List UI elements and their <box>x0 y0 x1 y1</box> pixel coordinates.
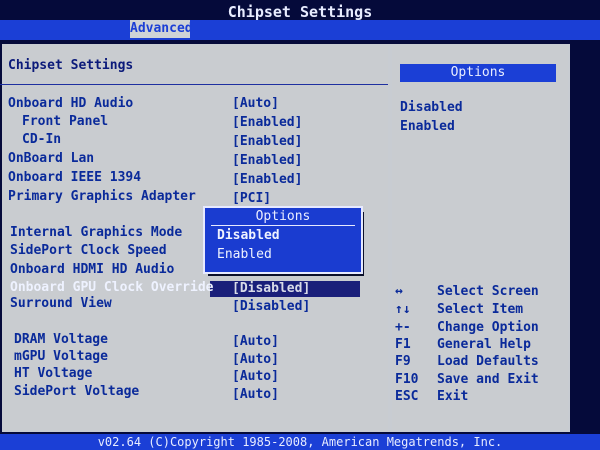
popup-title: Options <box>255 209 311 224</box>
value-primary-graphics-adapter[interactable]: [PCI] <box>232 191 271 206</box>
option-disabled: Disabled <box>400 100 463 115</box>
section-divider <box>0 84 388 85</box>
value-onboard-gpu-clock-override[interactable]: [Disabled] <box>232 281 310 296</box>
setting-primary-graphics-adapter[interactable]: Primary Graphics Adapter <box>8 189 196 204</box>
setting-ht-voltage[interactable]: HT Voltage <box>14 366 92 381</box>
plus-minus-icon: +- <box>395 320 411 335</box>
value-front-panel[interactable]: [Enabled] <box>232 115 302 130</box>
help-select-item: ↑↓ Select Item <box>395 302 524 317</box>
setting-sideport-voltage[interactable]: SidePort Voltage <box>14 384 139 399</box>
options-header: Options <box>400 64 556 82</box>
value-onboard-ieee-1394[interactable]: [Enabled] <box>232 172 302 187</box>
tab-bar: Advanced <box>0 20 600 40</box>
popup-divider <box>211 225 355 226</box>
help-select-screen: ↔ Select Screen <box>395 284 539 299</box>
setting-onboard-gpu-clock-override[interactable]: Onboard GPU Clock Override <box>10 280 214 295</box>
popup-option-enabled[interactable]: Enabled <box>217 247 272 262</box>
setting-onboard-lan[interactable]: OnBoard Lan <box>8 151 94 166</box>
left-right-arrow-icon: ↔ <box>395 284 403 299</box>
up-down-arrow-icon: ↑↓ <box>395 302 411 317</box>
value-onboard-lan[interactable]: [Enabled] <box>232 153 302 168</box>
setting-front-panel[interactable]: Front Panel <box>22 114 108 129</box>
value-cd-in[interactable]: [Enabled] <box>232 134 302 149</box>
value-mgpu-voltage[interactable]: [Auto] <box>232 352 279 367</box>
help-general-help: F1 General Help <box>395 337 531 352</box>
option-enabled: Enabled <box>400 119 455 134</box>
value-sideport-voltage[interactable]: [Auto] <box>232 387 279 402</box>
value-dram-voltage[interactable]: [Auto] <box>232 334 279 349</box>
tab-advanced[interactable]: Advanced <box>130 20 193 38</box>
setting-internal-graphics-mode[interactable]: Internal Graphics Mode <box>10 225 182 240</box>
help-load-defaults: F9 Load Defaults <box>395 354 539 369</box>
setting-sideport-clock-speed[interactable]: SidePort Clock Speed <box>10 243 167 258</box>
help-change-option: +- Change Option <box>395 320 539 335</box>
value-onboard-hd-audio[interactable]: [Auto] <box>232 96 279 111</box>
help-exit: ESC Exit <box>395 389 469 404</box>
setting-onboard-hd-audio[interactable]: Onboard HD Audio <box>8 96 133 111</box>
setting-onboard-ieee-1394[interactable]: Onboard IEEE 1394 <box>8 170 141 185</box>
setting-cd-in[interactable]: CD-In <box>22 132 61 147</box>
value-surround-view[interactable]: [Disabled] <box>232 299 310 314</box>
section-title: Chipset Settings <box>8 58 134 73</box>
window-title: Chipset Settings <box>227 3 373 21</box>
popup-option-disabled[interactable]: Disabled <box>217 228 280 243</box>
setting-mgpu-voltage[interactable]: mGPU Voltage <box>14 349 108 364</box>
footer-copyright: v02.64 (C)Copyright 1985-2008, American … <box>0 434 600 450</box>
help-save-and-exit: F10 Save and Exit <box>395 372 539 387</box>
setting-dram-voltage[interactable]: DRAM Voltage <box>14 332 108 347</box>
setting-onboard-hdmi-hd-audio[interactable]: Onboard HDMI HD Audio <box>10 262 174 277</box>
value-ht-voltage[interactable]: [Auto] <box>232 369 279 384</box>
setting-surround-view[interactable]: Surround View <box>10 296 112 311</box>
options-popup[interactable]: Options Disabled Enabled <box>203 206 363 274</box>
